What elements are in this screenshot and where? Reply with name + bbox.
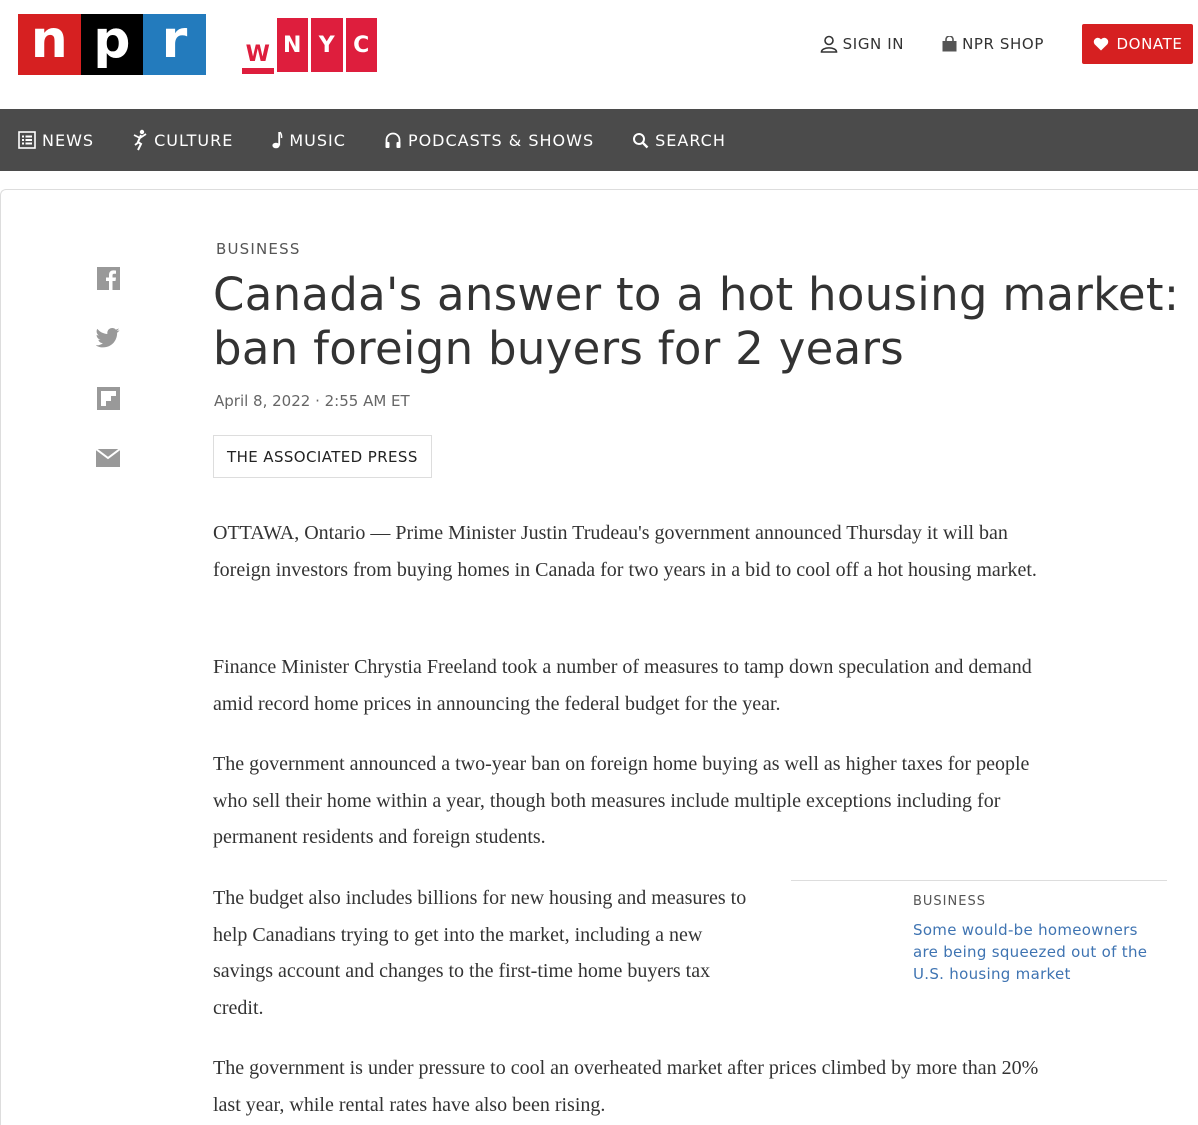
share-flipboard-button[interactable] bbox=[96, 386, 120, 410]
header-actions: SIGN IN NPR SHOP DONATE bbox=[820, 24, 1198, 64]
sign-in-label: SIGN IN bbox=[842, 35, 905, 53]
article-title: Canada's answer to a hot housing market:… bbox=[213, 268, 1180, 375]
wnyc-logo-y: Y bbox=[311, 18, 343, 72]
main-nav: NEWS CULTURE MUSIC PODCASTS & SHOWS SEAR… bbox=[0, 109, 1198, 171]
nav-label-music: MUSIC bbox=[289, 130, 346, 150]
byline-source[interactable]: THE ASSOCIATED PRESS bbox=[213, 435, 432, 478]
nav-label-podcasts: PODCASTS & SHOWS bbox=[407, 130, 595, 150]
donate-button[interactable]: DONATE bbox=[1082, 24, 1193, 64]
nav-label-culture: CULTURE bbox=[154, 130, 234, 150]
nav-item-music[interactable]: MUSIC bbox=[271, 131, 346, 150]
npr-logo-p: p bbox=[80, 14, 144, 75]
wnyc-logo-bar bbox=[242, 68, 274, 74]
nav-item-search[interactable]: SEARCH bbox=[632, 131, 726, 150]
npr-logo-r: r bbox=[143, 14, 206, 75]
nav-item-news[interactable]: NEWS bbox=[18, 131, 94, 150]
article-date: April 8, 2022 · 2:55 AM ET bbox=[214, 392, 410, 410]
wnyc-logo-n: N bbox=[276, 18, 308, 72]
music-note-icon bbox=[272, 131, 283, 149]
npr-shop-link[interactable]: NPR SHOP bbox=[942, 35, 1044, 53]
twitter-icon bbox=[96, 328, 120, 348]
wnyc-logo-c: C bbox=[345, 18, 377, 72]
email-icon bbox=[96, 449, 120, 467]
article-paragraph: The government announced a two-year ban … bbox=[213, 753, 1030, 848]
article-slug[interactable]: BUSINESS bbox=[216, 240, 301, 258]
related-story: BUSINESS Some would-be homeowners are be… bbox=[791, 880, 1167, 985]
site-header: n p r W N Y C SIGN IN NPR SHOP DONATE bbox=[0, 0, 1198, 109]
related-story-slug[interactable]: BUSINESS bbox=[913, 894, 1167, 909]
culture-icon bbox=[133, 129, 147, 151]
nav-item-podcasts[interactable]: PODCASTS & SHOWS bbox=[384, 131, 594, 150]
donate-label: DONATE bbox=[1116, 35, 1183, 53]
related-story-link[interactable]: Some would-be homeowners are being squee… bbox=[913, 919, 1167, 985]
wnyc-logo-w: W bbox=[242, 36, 274, 72]
heart-icon bbox=[1093, 37, 1108, 51]
shopping-bag-icon bbox=[942, 36, 957, 52]
nav-item-culture[interactable]: CULTURE bbox=[132, 129, 233, 151]
news-icon bbox=[18, 131, 36, 149]
article-paragraph: OTTAWA, Ontario — Prime Minister Justin … bbox=[213, 522, 1037, 581]
share-tools bbox=[96, 266, 120, 506]
flipboard-icon bbox=[96, 386, 120, 410]
search-icon bbox=[633, 132, 649, 148]
sign-in-link[interactable]: SIGN IN bbox=[820, 35, 904, 53]
headphones-icon bbox=[385, 132, 401, 148]
wnyc-logo[interactable]: W N Y C bbox=[242, 18, 380, 74]
npr-logo-n: n bbox=[18, 14, 81, 75]
article-paragraph: The budget also includes billions for ne… bbox=[213, 887, 747, 1019]
user-icon bbox=[820, 35, 837, 53]
share-twitter-button[interactable] bbox=[96, 326, 120, 350]
nav-label-search: SEARCH bbox=[655, 130, 726, 150]
article-paragraph: Finance Minister Chrystia Freeland took … bbox=[213, 656, 1032, 715]
article-paragraph: The government is under pressure to cool… bbox=[213, 1057, 1039, 1116]
share-facebook-button[interactable] bbox=[96, 266, 120, 290]
npr-logo[interactable]: n p r bbox=[18, 14, 206, 75]
share-email-button[interactable] bbox=[96, 446, 120, 470]
nav-label-news: NEWS bbox=[42, 130, 95, 150]
npr-shop-label: NPR SHOP bbox=[962, 35, 1044, 53]
facebook-icon bbox=[96, 266, 120, 290]
